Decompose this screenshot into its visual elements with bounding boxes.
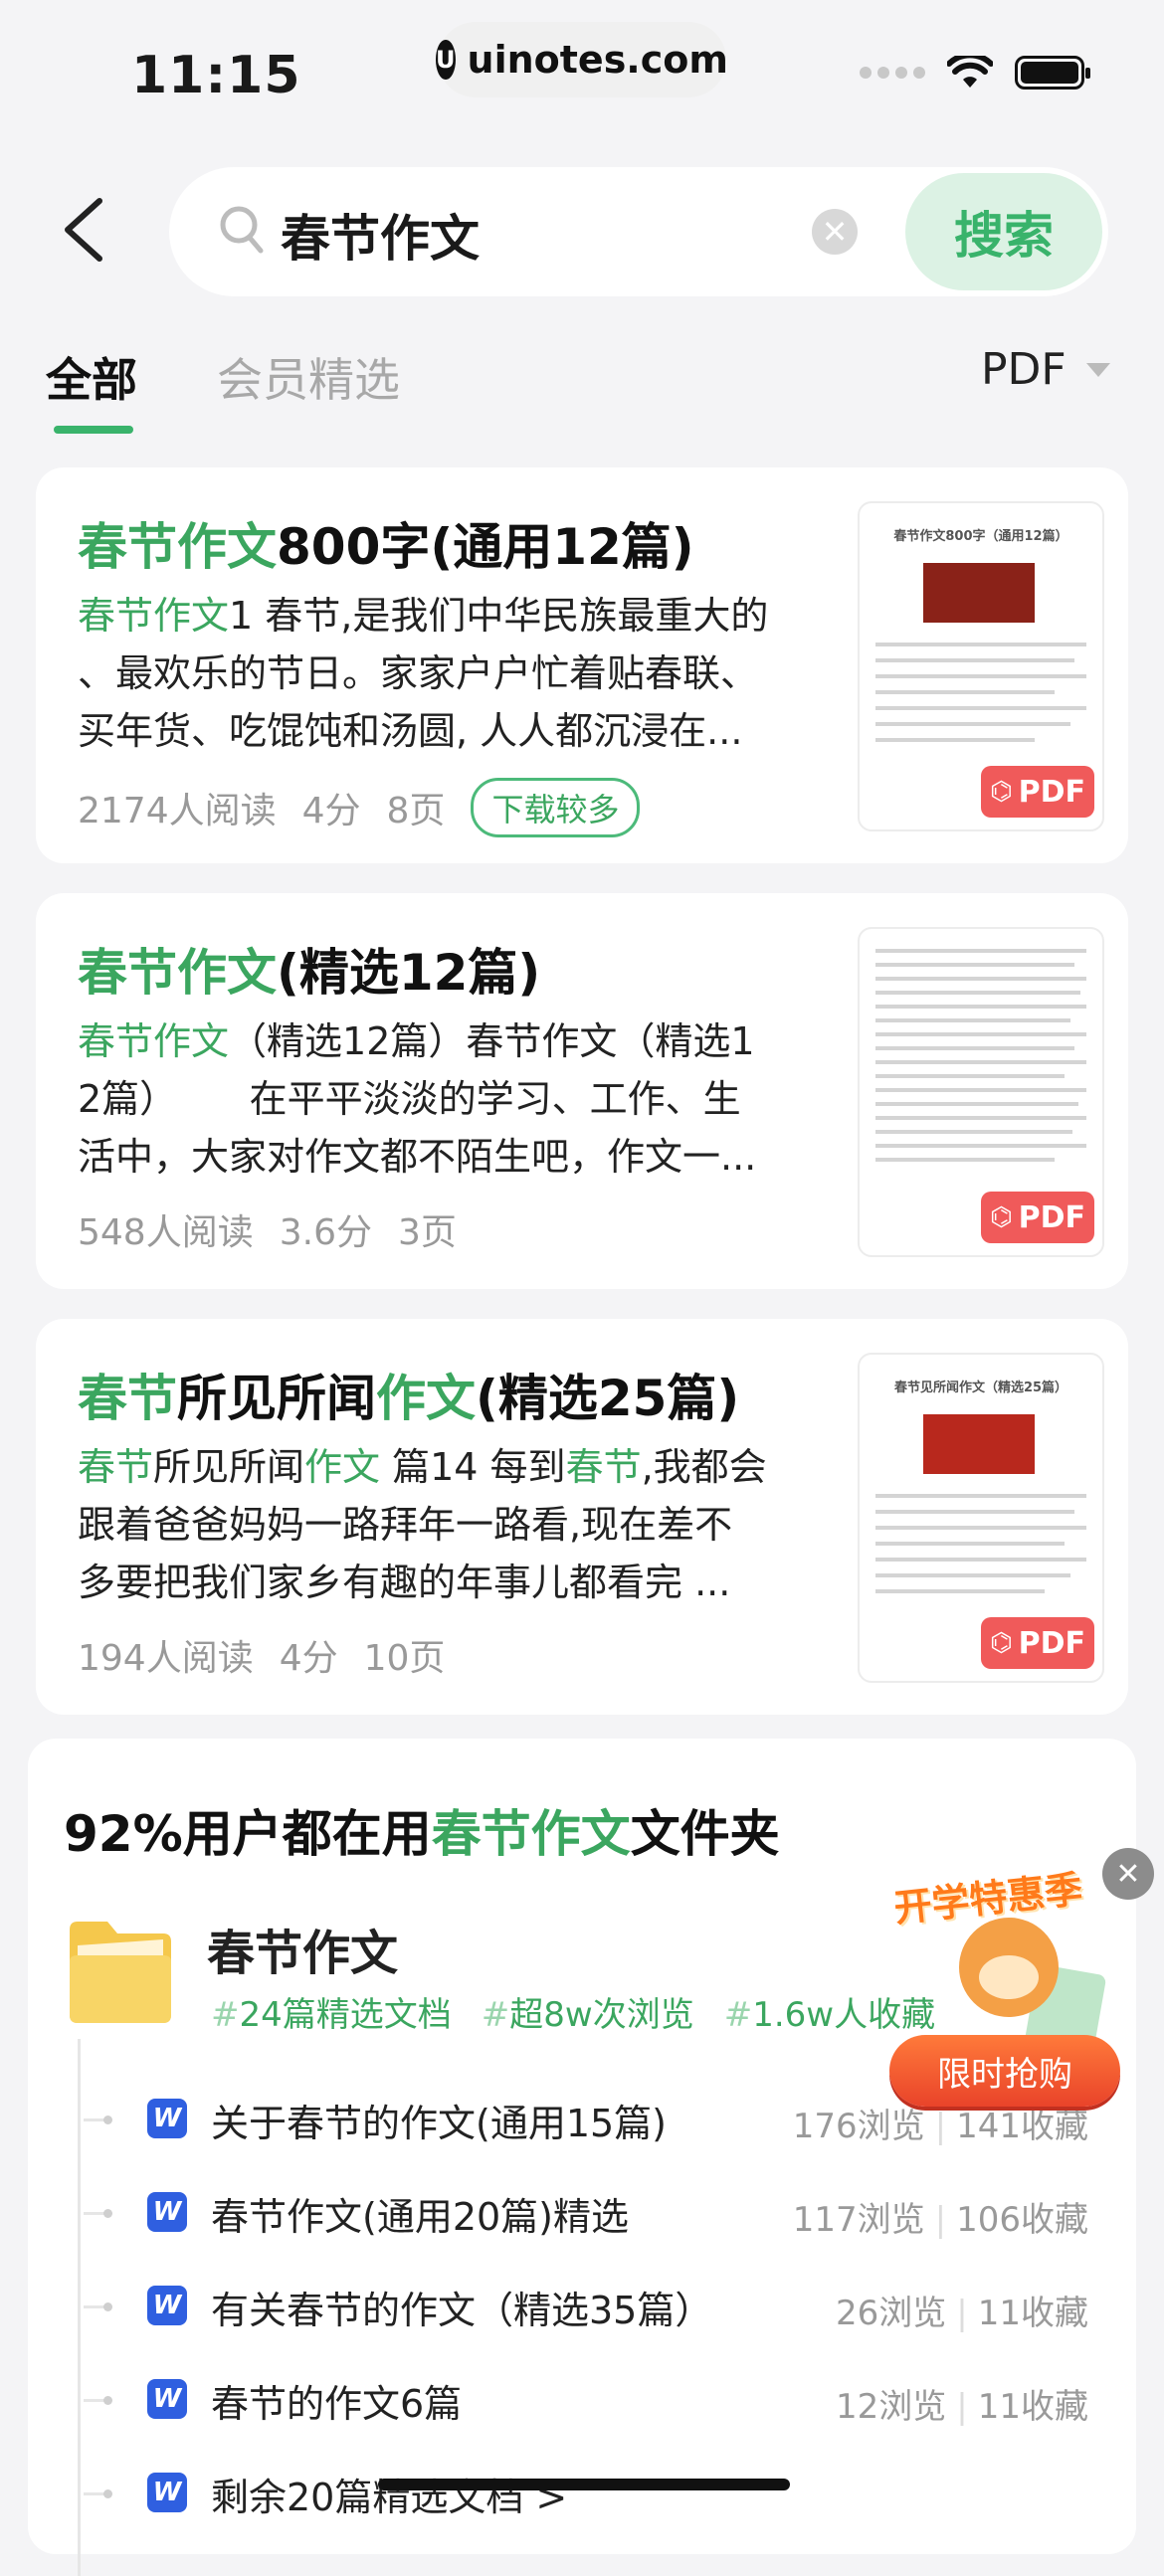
rating: 4分 xyxy=(279,1638,338,1679)
result-card[interactable]: 春节作文800字(通用12篇) 春节作文1 春节,是我们中华民族最重大的 、最欢… xyxy=(36,467,1128,863)
word-doc-icon: W xyxy=(147,2473,187,2512)
battery-icon xyxy=(1015,56,1090,90)
tab-all[interactable]: 全部 xyxy=(46,344,137,410)
page-count: 3页 xyxy=(397,1212,457,1253)
search-input[interactable]: 春节作文 xyxy=(281,199,480,271)
site-logo-icon: U xyxy=(436,40,456,80)
mascot-icon xyxy=(959,1918,1059,2017)
result-meta: 2174人阅读 4分 8页 下载较多 xyxy=(78,778,641,837)
word-doc-icon: W xyxy=(147,2286,187,2325)
acrobat-icon: ⌬ xyxy=(989,1628,1013,1658)
url-pill[interactable]: U uinotes.com xyxy=(436,22,728,97)
active-tab-indicator xyxy=(54,426,133,434)
rating: 4分 xyxy=(301,791,361,831)
read-count: 194人阅读 xyxy=(78,1638,254,1679)
download-badge: 下载较多 xyxy=(471,778,641,837)
more-docs-link[interactable]: W 剩余20篇精选文档 > xyxy=(84,2463,1088,2522)
url-text: uinotes.com xyxy=(467,38,728,82)
format-filter-dropdown[interactable]: PDF xyxy=(981,344,1110,395)
pdf-badge: ⌬ PDF xyxy=(981,766,1094,818)
acrobat-icon: ⌬ xyxy=(989,777,1013,807)
result-card[interactable]: 春节作文(精选12篇) 春节作文（精选12篇）春节作文（精选1 2篇） 在平平淡… xyxy=(36,893,1128,1289)
folder-doc-item[interactable]: W 春节的作文6篇 12浏览 | 11收藏 xyxy=(84,2369,1088,2429)
document-thumbnail[interactable]: 春节作文800字（通用12篇） ⌬ PDF xyxy=(858,501,1104,831)
document-thumbnail[interactable]: 春节见所闻作文（精选25篇） ⌬ PDF xyxy=(858,1353,1104,1683)
close-icon[interactable]: ✕ xyxy=(1102,1848,1154,1900)
tab-vip-selection[interactable]: 会员精选 xyxy=(217,344,400,410)
tree-line xyxy=(78,2039,81,2576)
clear-icon[interactable]: ✕ xyxy=(812,209,858,255)
thumbnail-image xyxy=(923,1414,1035,1474)
pdf-badge: ⌬ PDF xyxy=(981,1192,1094,1243)
back-icon[interactable] xyxy=(56,195,111,265)
result-title[interactable]: 春节作文800字(通用12篇) xyxy=(78,507,694,579)
result-snippet: 春节所见所闻作文 篇14 每到春节,我都会 跟着爸爸妈妈一路拜年一路看,现在差不… xyxy=(78,1445,767,1604)
result-snippet: 春节作文（精选12篇）春节作文（精选1 2篇） 在平平淡淡的学习、工作、生 活中… xyxy=(78,1019,757,1179)
search-button[interactable]: 搜索 xyxy=(905,173,1102,290)
page-count: 10页 xyxy=(363,1638,446,1679)
signal-icon xyxy=(860,67,925,79)
result-snippet: 春节作文1 春节,是我们中华民族最重大的 、最欢乐的节日。家家户户忙着贴春联、 … xyxy=(78,594,769,753)
document-thumbnail[interactable]: ⌬ PDF xyxy=(858,927,1104,1257)
result-meta: 548人阅读 3.6分 3页 xyxy=(78,1203,457,1255)
folder-name[interactable]: 春节作文 xyxy=(207,1914,398,1983)
acrobat-icon: ⌬ xyxy=(989,1202,1013,1232)
result-card[interactable]: 春节所见所闻作文(精选25篇) 春节所见所闻作文 篇14 每到春节,我都会 跟着… xyxy=(36,1319,1128,1715)
rating: 3.6分 xyxy=(279,1212,372,1253)
status-bar: 11:15 U uinotes.com xyxy=(0,0,1164,149)
status-time: 11:15 xyxy=(131,46,301,105)
format-filter-label: PDF xyxy=(981,344,1067,395)
chevron-down-icon xyxy=(1085,362,1110,377)
result-title[interactable]: 春节所见所闻作文(精选25篇) xyxy=(78,1359,739,1430)
word-doc-icon: W xyxy=(147,2379,187,2419)
folder-icon[interactable] xyxy=(64,1916,177,2029)
folder-headline: 92%用户都在用春节作文文件夹 xyxy=(64,1805,780,1863)
read-count: 548人阅读 xyxy=(78,1212,254,1253)
result-meta: 194人阅读 4分 10页 xyxy=(78,1629,445,1681)
word-doc-icon: W xyxy=(147,2099,187,2138)
promo-floating-banner[interactable]: 开学特惠季 限时抢购 xyxy=(885,1858,1124,2113)
search-bar: 春节作文 ✕ 搜索 xyxy=(169,167,1108,296)
folder-doc-item[interactable]: W 春节作文(通用20篇)精选 117浏览 | 106收藏 xyxy=(84,2182,1088,2242)
promo-buy-button[interactable]: 限时抢购 xyxy=(889,2035,1120,2107)
read-count: 2174人阅读 xyxy=(78,791,277,831)
word-doc-icon: W xyxy=(147,2192,187,2232)
status-icons xyxy=(860,56,1090,90)
wifi-icon xyxy=(947,56,993,88)
thumbnail-image xyxy=(923,563,1035,623)
folder-doc-item[interactable]: W 有关春节的作文（精选35篇） 26浏览 | 11收藏 xyxy=(84,2276,1088,2335)
search-icon xyxy=(220,206,264,254)
folder-tags: #24篇精选文档 #超8w次浏览 #1.6w人收藏 xyxy=(211,1995,936,2035)
result-title[interactable]: 春节作文(精选12篇) xyxy=(78,933,540,1005)
home-indicator[interactable] xyxy=(378,2479,790,2490)
pdf-badge: ⌬ PDF xyxy=(981,1617,1094,1669)
page-count: 8页 xyxy=(386,791,446,831)
